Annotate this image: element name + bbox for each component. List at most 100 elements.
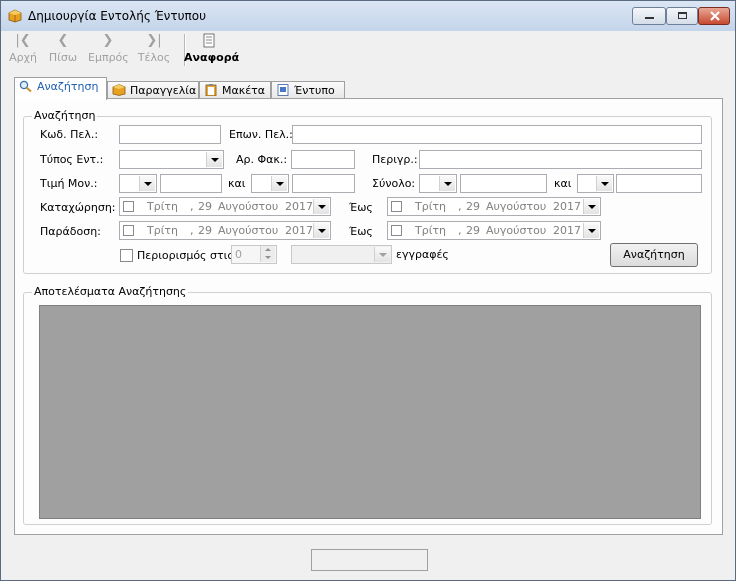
last-label: Τέλος (137, 51, 171, 64)
chevron-down-icon[interactable] (583, 223, 599, 238)
registration-to-label: Έως (349, 201, 373, 214)
chevron-down-icon[interactable] (313, 199, 329, 214)
chevron-down-icon[interactable] (271, 176, 287, 191)
close-icon (710, 11, 720, 21)
chevron-down-icon[interactable] (583, 199, 599, 214)
description-input[interactable] (419, 150, 702, 169)
registration-from-enable-checkbox[interactable] (123, 201, 134, 212)
date-month: Αυγούστου (218, 224, 279, 237)
total-operator-2-select[interactable] (577, 174, 614, 193)
main-window: Δημιουργία Εντολής Έντυπου |❮ Αρχή ❮ Πίσ… (0, 0, 736, 581)
delivery-to-enable-checkbox[interactable] (391, 225, 402, 236)
date-separator: , (190, 224, 194, 237)
chevron-down-icon[interactable] (596, 176, 612, 191)
date-day-of-week: Τρίτη (415, 224, 447, 237)
date-day: 29 (198, 200, 212, 213)
customer-code-input[interactable] (119, 125, 221, 144)
chevron-down-icon[interactable] (439, 176, 455, 191)
maximize-button[interactable] (666, 7, 698, 25)
customer-name-input[interactable] (292, 125, 702, 144)
date-month: Αυγούστου (218, 200, 279, 213)
total-from-input[interactable] (460, 174, 547, 193)
limit-count-stepper[interactable]: 0 (231, 245, 277, 264)
search-group-title: Αναζήτηση (32, 109, 98, 122)
tab-order[interactable]: Παραγγελία (107, 81, 199, 99)
tab-search[interactable]: Αναζήτηση (14, 77, 107, 100)
status-panel (311, 549, 428, 571)
results-grid[interactable] (39, 305, 701, 519)
search-tab-page: Αναζήτηση Κωδ. Πελ.: Επων. Πελ.: Τύπος Ε… (14, 98, 723, 535)
tab-mockup[interactable]: Μακέτα (199, 81, 271, 99)
total-and-label: και (554, 177, 572, 190)
date-year: 2017 (553, 200, 581, 213)
date-year: 2017 (553, 224, 581, 237)
clipboard-icon (205, 84, 217, 96)
unit-price-operator-2-select[interactable] (251, 174, 289, 193)
customer-code-label: Κωδ. Πελ.: (40, 128, 99, 141)
records-label: εγγραφές (396, 248, 449, 261)
customer-name-label: Επων. Πελ.: (229, 128, 293, 141)
date-day: 29 (466, 224, 480, 237)
window-title: Δημιουργία Εντολής Έντυπου (28, 9, 207, 23)
unit-price-operator-select[interactable] (119, 174, 157, 193)
total-label: Σύνολο: (372, 177, 416, 190)
search-button[interactable]: Αναζήτηση (610, 243, 698, 267)
chevron-down-icon[interactable] (139, 176, 155, 191)
delivery-to-date[interactable]: Τρίτη , 29 Αυγούστου 2017 (387, 221, 601, 240)
chevron-down-icon[interactable] (313, 223, 329, 238)
order-type-select[interactable] (119, 150, 224, 169)
close-button[interactable] (698, 7, 730, 25)
next-label: Εμπρός (88, 51, 129, 64)
chevron-down-icon[interactable] (374, 247, 390, 262)
delivery-to-label: Έως (349, 225, 373, 238)
delivery-from-date[interactable]: Τρίτη , 29 Αυγούστου 2017 (119, 221, 331, 240)
results-group-title: Αποτελέσματα Αναζήτησης (32, 285, 189, 298)
chevron-down-icon[interactable] (206, 152, 222, 167)
date-day-of-week: Τρίτη (147, 224, 179, 237)
tab-form-label: Έντυπο (294, 84, 335, 97)
total-operator-select[interactable] (419, 174, 457, 193)
folder-number-input[interactable] (291, 150, 355, 169)
first-label: Αρχή (9, 51, 37, 64)
toolbar: |❮ Αρχή ❮ Πίσω ❯ Εμπρός ❯| Τέλος Αναφορά (8, 31, 730, 69)
unit-price-from-input[interactable] (160, 174, 222, 193)
next-record-button[interactable]: ❯ Εμπρός (88, 33, 129, 67)
tab-mockup-label: Μακέτα (222, 84, 266, 97)
package-icon (112, 84, 126, 96)
previous-label: Πίσω (48, 51, 78, 64)
stepper-down-icon[interactable] (260, 254, 275, 262)
next-icon: ❯ (102, 33, 114, 48)
limit-records-checkbox[interactable] (120, 249, 133, 262)
limit-records-label: Περιορισμός στις (137, 249, 234, 262)
last-record-button[interactable]: ❯| Τέλος (136, 33, 172, 67)
description-label: Περιγρ.: (372, 153, 418, 166)
folder-number-label: Αρ. Φακ.: (236, 153, 288, 166)
date-day-of-week: Τρίτη (147, 200, 179, 213)
maximize-icon (678, 12, 687, 19)
registration-to-enable-checkbox[interactable] (391, 201, 402, 212)
report-button[interactable]: Αναφορά (184, 33, 240, 67)
registration-to-date[interactable]: Τρίτη , 29 Αυγούστου 2017 (387, 197, 601, 216)
stepper-up-icon[interactable] (260, 246, 275, 254)
date-day: 29 (198, 224, 212, 237)
title-bar: Δημιουργία Εντολής Έντυπου (1, 1, 735, 31)
unit-price-label: Τιμή Μον.: (40, 177, 98, 190)
first-record-button[interactable]: |❮ Αρχή (8, 33, 38, 67)
date-day-of-week: Τρίτη (415, 200, 447, 213)
minimize-button[interactable] (632, 7, 666, 25)
date-year: 2017 (285, 200, 313, 213)
date-day: 29 (466, 200, 480, 213)
delivery-from-enable-checkbox[interactable] (123, 225, 134, 236)
report-label: Αναφορά (184, 51, 240, 64)
limit-unit-select[interactable] (291, 245, 392, 264)
tab-form[interactable]: Έντυπο (271, 81, 345, 99)
tab-order-label: Παραγγελία (130, 84, 197, 97)
unit-price-to-input[interactable] (292, 174, 355, 193)
date-month: Αυγούστου (486, 200, 547, 213)
date-separator: , (458, 224, 462, 237)
previous-record-button[interactable]: ❮ Πίσω (45, 33, 81, 67)
total-to-input[interactable] (616, 174, 702, 193)
document-icon (277, 84, 289, 96)
registration-from-date[interactable]: Τρίτη , 29 Αυγούστου 2017 (119, 197, 331, 216)
magnifier-icon (19, 80, 32, 92)
